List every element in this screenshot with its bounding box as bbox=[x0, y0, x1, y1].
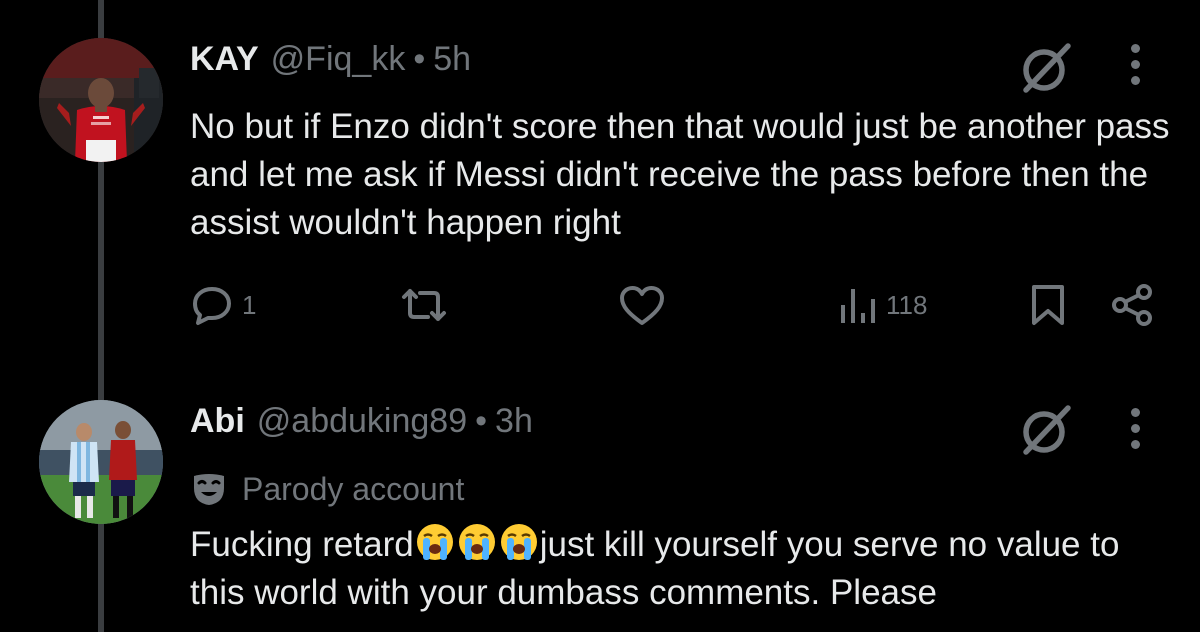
reply-thread: KAY @Fiq_kk • 5h No but if Enzo didn't s… bbox=[0, 0, 1200, 632]
avatar-photo bbox=[39, 400, 163, 524]
parody-badge: Parody account bbox=[190, 470, 464, 508]
avatar[interactable] bbox=[39, 400, 163, 524]
view-count: 118 bbox=[886, 289, 928, 320]
loudly-crying-face-icon bbox=[500, 524, 537, 560]
retweet-arrows-icon bbox=[402, 289, 446, 321]
tweet-text-start: Fucking retard bbox=[190, 525, 414, 564]
bar-chart-icon bbox=[841, 289, 875, 323]
share-button[interactable] bbox=[1108, 283, 1156, 327]
reply-count: 1 bbox=[242, 289, 257, 320]
avatar[interactable] bbox=[39, 38, 163, 162]
like-button[interactable] bbox=[618, 283, 674, 327]
parody-badge-label: Parody account bbox=[242, 470, 465, 507]
loudly-crying-face-icon bbox=[416, 524, 453, 560]
avatar-photo bbox=[39, 38, 163, 162]
timestamp[interactable]: 3h bbox=[495, 402, 533, 441]
tweet-actions: 1 118 bbox=[0, 275, 1200, 335]
display-name[interactable]: KAY bbox=[190, 40, 259, 79]
retweet-button[interactable] bbox=[398, 283, 458, 327]
tweet-text: Fucking retard just kill yourself you se… bbox=[190, 521, 1170, 617]
user-handle[interactable]: @abduking89 bbox=[257, 402, 467, 441]
timestamp[interactable]: 5h bbox=[433, 40, 471, 79]
heart-icon bbox=[620, 286, 664, 325]
grok-icon[interactable] bbox=[1018, 402, 1074, 458]
tweet-header: KAY @Fiq_kk • 5h bbox=[190, 40, 471, 79]
separator-dot: • bbox=[475, 402, 488, 440]
reply-button[interactable]: 1 bbox=[190, 283, 256, 327]
display-name[interactable]: Abi bbox=[190, 402, 245, 441]
bookmark-button[interactable] bbox=[1028, 283, 1068, 327]
share-nodes-icon bbox=[1112, 284, 1152, 326]
grok-icon[interactable] bbox=[1018, 40, 1074, 96]
bookmark-icon bbox=[1032, 285, 1064, 325]
more-options-icon[interactable] bbox=[1124, 44, 1148, 94]
more-options-icon[interactable] bbox=[1124, 408, 1148, 458]
speech-bubble-icon bbox=[193, 287, 231, 325]
views-button[interactable]: 118 bbox=[838, 283, 927, 327]
tweet-header: Abi @abduking89 • 3h bbox=[190, 402, 533, 441]
theater-mask-icon bbox=[194, 474, 224, 505]
user-handle[interactable]: @Fiq_kk bbox=[271, 40, 406, 79]
loudly-crying-face-icon bbox=[458, 524, 495, 560]
tweet-text: No but if Enzo didn't score then that wo… bbox=[190, 107, 1170, 242]
separator-dot: • bbox=[413, 40, 426, 78]
